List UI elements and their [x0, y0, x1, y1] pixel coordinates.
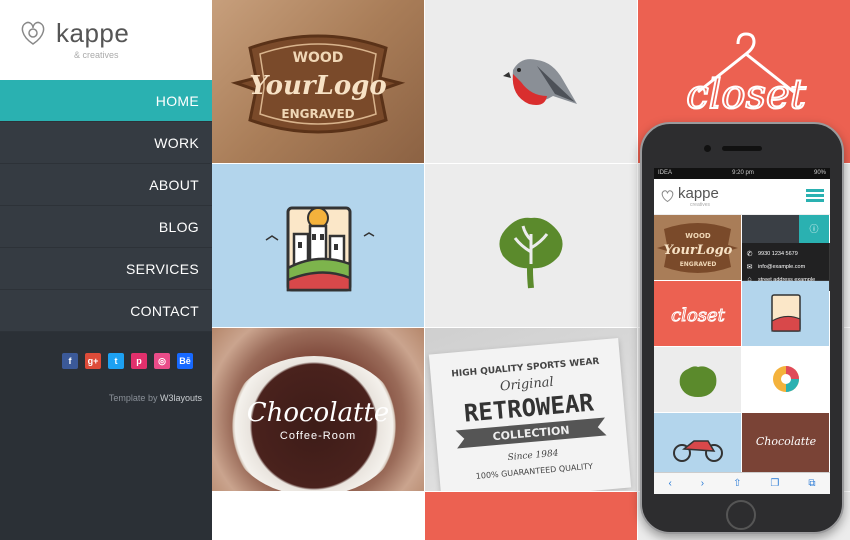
phone-home-button [726, 500, 756, 530]
portfolio-tile-bottom-2[interactable] [425, 492, 637, 540]
svg-text:100% GUARANTEED QUALITY: 100% GUARANTEED QUALITY [475, 462, 593, 481]
google-plus-icon[interactable]: g+ [85, 353, 101, 369]
mobile-brand-name: kappe [678, 185, 719, 202]
phone-status-bar: IDEA 9:20 pm 90% [654, 168, 830, 179]
hamburger-menu-icon[interactable] [806, 189, 824, 203]
contact-email: info@example.com [758, 263, 806, 270]
mobile-tile-tree[interactable] [654, 347, 741, 412]
svg-text:closet: closet [671, 305, 726, 326]
svg-text:WOOD: WOOD [293, 50, 344, 66]
tabs-icon[interactable]: ⧉ [808, 478, 815, 489]
credit-prefix: Template by [108, 393, 158, 403]
sidebar: kappe & creatives HOME WORK ABOUT BLOG S… [0, 0, 212, 540]
mobile-tile-motorbike[interactable] [654, 413, 741, 478]
bird-logo-artwork [503, 59, 577, 105]
svg-text:ENGRAVED: ENGRAVED [281, 107, 354, 121]
phone-speaker [722, 146, 762, 151]
back-icon[interactable]: ‹ [668, 478, 671, 489]
behance-icon[interactable]: Bē [177, 353, 193, 369]
mail-icon: ✉ [746, 263, 753, 271]
svg-text:YourLogo: YourLogo [664, 243, 733, 258]
svg-text:closet: closet [686, 72, 806, 118]
twitter-icon[interactable]: t [108, 353, 124, 369]
battery-label: 90% [813, 170, 826, 176]
contact-phone: 9930 1234 5679 [758, 250, 798, 257]
mobile-tile-castle[interactable] [742, 281, 829, 346]
svg-text:Since 1984: Since 1984 [507, 449, 559, 463]
portfolio-tile-wood-logo[interactable]: WOOD YourLogo ENGRAVED [212, 0, 424, 163]
iphone-mockup: IDEA 9:20 pm 90% kappe creatives WOOD Yo… [640, 122, 844, 534]
info-icon[interactable]: ⓘ [799, 215, 829, 243]
svg-text:YourLogo: YourLogo [249, 71, 386, 101]
main-nav: HOME WORK ABOUT BLOG SERVICES CONTACT [0, 80, 212, 332]
portfolio-tile-castle[interactable] [212, 164, 424, 327]
chocolatte-title: Chocolatte [246, 398, 390, 428]
nav-item-home[interactable]: HOME [0, 80, 212, 122]
portfolio-tile-retrowear[interactable]: HIGH QUALITY SPORTS WEAR Original RETROW… [425, 328, 637, 491]
social-links: f g+ t p ◎ Bē [62, 353, 193, 369]
bookmarks-icon[interactable]: ❐ [770, 478, 779, 489]
nav-item-contact[interactable]: CONTACT [0, 290, 212, 332]
mobile-header: kappe creatives [654, 179, 830, 215]
nav-item-blog[interactable]: BLOG [0, 206, 212, 248]
brand-logo[interactable]: kappe & creatives [0, 0, 212, 80]
nav-item-work[interactable]: WORK [0, 122, 212, 164]
kappe-logo-icon [21, 21, 45, 45]
mobile-tile-chocolatte[interactable]: Chocolatte [742, 413, 829, 478]
share-icon[interactable]: ⇧ [733, 478, 741, 489]
phone-screen: IDEA 9:20 pm 90% kappe creatives WOOD Yo… [654, 168, 830, 494]
wood-logo-artwork: WOOD YourLogo ENGRAVED [230, 34, 406, 134]
portfolio-tile-bird[interactable] [425, 0, 637, 163]
kappe-logo-icon [661, 190, 674, 203]
mobile-tile-swirl[interactable] [742, 347, 829, 412]
tree-logo-artwork [499, 217, 563, 289]
castle-landscape-artwork [265, 206, 375, 292]
template-credit: Template by W3layouts [109, 393, 202, 403]
mobile-tile-wood[interactable]: WOOD YourLogo ENGRAVED [654, 215, 741, 280]
clock-label: 9:20 pm [732, 170, 754, 176]
mobile-tile-closet[interactable]: closet [654, 281, 741, 346]
portfolio-tile-chocolatte[interactable]: Chocolatte Coffee-Room [212, 328, 424, 491]
dribbble-icon[interactable]: ◎ [154, 353, 170, 369]
chocolatte-subtitle: Coffee-Room [279, 430, 357, 442]
phone-icon: ✆ [746, 250, 753, 258]
brand-name: kappe [56, 18, 130, 48]
facebook-icon[interactable]: f [62, 353, 78, 369]
phone-camera [704, 145, 711, 152]
nav-item-services[interactable]: SERVICES [0, 248, 212, 290]
pinterest-icon[interactable]: p [131, 353, 147, 369]
mobile-brand-tagline: creatives [690, 202, 711, 208]
retrowear-card: HIGH QUALITY SPORTS WEAR Original RETROW… [428, 338, 632, 491]
brand-tagline: & creatives [74, 50, 119, 60]
portfolio-tile-tree[interactable] [425, 164, 637, 327]
safari-toolbar: ‹ › ⇧ ❐ ⧉ [654, 472, 830, 494]
nav-item-about[interactable]: ABOUT [0, 164, 212, 206]
credit-author-link[interactable]: W3layouts [160, 393, 202, 403]
svg-text:Chocolatte: Chocolatte [756, 435, 817, 448]
svg-text:WOOD: WOOD [685, 232, 711, 240]
portfolio-tile-bottom-1[interactable] [212, 492, 424, 540]
carrier-label: IDEA [658, 170, 673, 176]
svg-text:ENGRAVED: ENGRAVED [680, 261, 717, 268]
forward-icon[interactable]: › [701, 478, 704, 489]
